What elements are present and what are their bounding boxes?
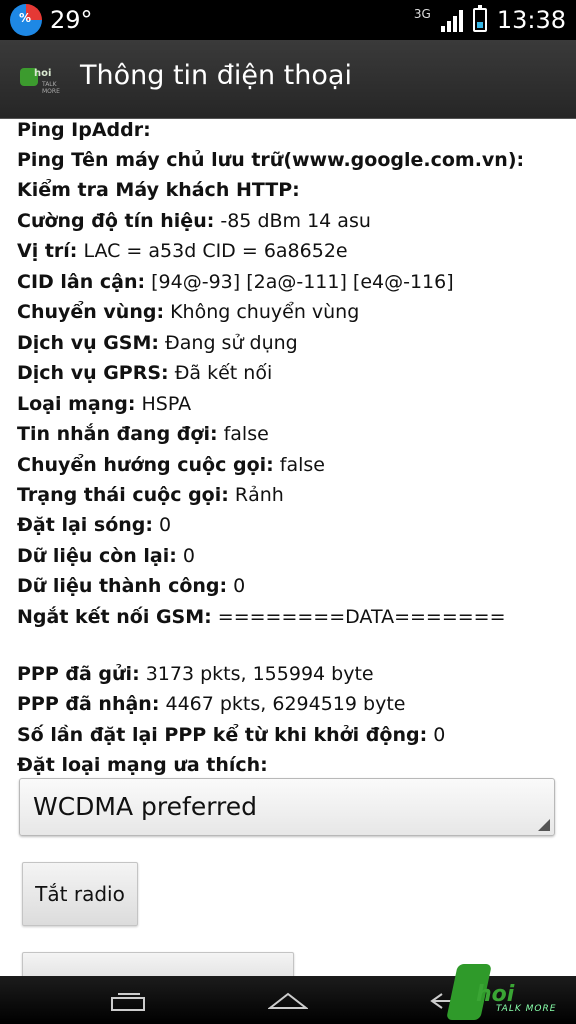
info-row: Cường độ tín hiệu: -85 dBm 14 asu	[17, 209, 371, 233]
info-value: false	[217, 423, 269, 445]
info-row: Dữ liệu thành công: 0	[17, 574, 245, 598]
info-label: Ping Tên máy chủ lưu trữ(www.google.com.…	[17, 149, 525, 171]
info-label: Chuyển hướng cuộc gọi:	[17, 454, 274, 476]
info-row: Đặt loại mạng ưa thích:	[17, 753, 268, 777]
info-row: Trạng thái cuộc gọi: Rảnh	[17, 483, 284, 507]
clock-text: 13:38	[496, 6, 566, 34]
info-value: 0	[176, 545, 196, 567]
info-value: [94@-93] [2a@-111] [e4@-116]	[145, 271, 454, 293]
page-title: Thông tin điện thoại	[80, 60, 352, 91]
info-value: ========DATA=======	[211, 606, 506, 628]
home-icon[interactable]	[268, 988, 308, 1012]
info-value: 0	[427, 724, 446, 746]
info-label: Vị trí:	[17, 240, 78, 262]
status-bar: % 29° 3G 13:38	[0, 0, 576, 40]
dropdown-corner-icon	[538, 819, 550, 831]
info-label: Dịch vụ GSM:	[17, 332, 159, 354]
watermark-sub: TALK MORE	[496, 1004, 557, 1014]
navigation-bar: hoi TALK MORE	[0, 964, 576, 1024]
watermark-logo: hoi TALK MORE	[446, 964, 576, 1024]
info-row: Vị trí: LAC = a53d CID = 6a8652e	[17, 239, 348, 263]
info-value: LAC = a53d CID = 6a8652e	[77, 240, 348, 262]
info-row: Ping IpAddr:	[17, 118, 151, 142]
recent-apps-icon[interactable]	[110, 990, 148, 1012]
info-value: false	[273, 454, 325, 476]
info-label: Dữ liệu thành công:	[17, 575, 228, 597]
info-row: Dữ liệu còn lại: 0	[17, 544, 195, 568]
info-label: Loại mạng:	[17, 393, 136, 415]
info-value: 3173 pkts, 155994 byte	[139, 663, 374, 685]
info-row: Loại mạng: HSPA	[17, 392, 191, 416]
radio-off-button[interactable]: Tắt radio	[22, 862, 138, 926]
info-row: Ping Tên máy chủ lưu trữ(www.google.com.…	[17, 148, 524, 172]
info-row: Số lần đặt lại PPP kể từ khi khởi động: …	[17, 723, 445, 747]
info-value: -85 dBm 14 asu	[214, 210, 371, 232]
preferred-network-value: WCDMA preferred	[33, 792, 258, 821]
signal-strength-icon	[440, 8, 463, 32]
info-value: Đã kết nối	[168, 362, 273, 384]
info-row: Ngắt kết nối GSM: ========DATA=======	[17, 605, 506, 629]
status-left: % 29°	[10, 4, 93, 36]
network-type-label: 3G	[413, 7, 431, 21]
info-label: PPP đã gửi:	[17, 663, 140, 685]
info-label: Tin nhắn đang đợi:	[17, 423, 218, 445]
info-value: 0	[227, 575, 246, 597]
info-row: Dịch vụ GPRS: Đã kết nối	[17, 361, 272, 385]
percent-app-icon: %	[10, 4, 42, 36]
info-row: Chuyển vùng: Không chuyển vùng	[17, 300, 359, 324]
info-row: PPP đã nhận: 4467 pkts, 6294519 byte	[17, 692, 405, 716]
info-row: CID lân cận: [94@-93] [2a@-111] [e4@-116…	[17, 270, 454, 294]
info-value: 4467 pkts, 6294519 byte	[159, 693, 406, 715]
status-right: 3G 13:38	[414, 4, 566, 36]
logo-word: hoi	[34, 68, 52, 79]
info-value: Đang sử dụng	[159, 332, 298, 354]
info-label: Chuyển vùng:	[17, 301, 165, 323]
info-label: Dịch vụ GPRS:	[17, 362, 169, 384]
info-value: Rảnh	[228, 484, 284, 506]
info-value: HSPA	[135, 393, 192, 415]
info-label: Kiểm tra Máy khách HTTP:	[17, 179, 300, 201]
partially-visible-button[interactable]	[22, 952, 294, 976]
battery-icon	[472, 5, 487, 32]
info-row: Tin nhắn đang đợi: false	[17, 422, 269, 446]
info-label: Đặt loại mạng ưa thích:	[17, 754, 268, 776]
temperature-text: 29°	[50, 6, 93, 34]
info-label: Đặt lại sóng:	[17, 514, 153, 536]
info-row: Đặt lại sóng: 0	[17, 513, 171, 537]
info-row: Kiểm tra Máy khách HTTP:	[17, 178, 300, 202]
info-label: Cường độ tín hiệu:	[17, 210, 215, 232]
action-bar: hoi TALK MORE Thông tin điện thoại	[0, 40, 576, 119]
info-row: Chuyển hướng cuộc gọi: false	[17, 453, 325, 477]
info-label: PPP đã nhận:	[17, 693, 160, 715]
info-label: Trạng thái cuộc gọi:	[17, 484, 229, 506]
info-value: 0	[153, 514, 172, 536]
info-row: PPP đã gửi: 3173 pkts, 155994 byte	[17, 662, 374, 686]
phone-info-content[interactable]: Ping IpAddr: Ping Tên máy chủ lưu trữ(www…	[0, 118, 576, 976]
percent-icon-text: %	[19, 11, 32, 25]
info-label: Ngắt kết nối GSM:	[17, 606, 212, 628]
info-label: Dữ liệu còn lại:	[17, 545, 177, 567]
app-logo-icon[interactable]: hoi TALK MORE	[20, 64, 70, 95]
info-value: Không chuyển vùng	[164, 301, 360, 323]
info-label: CID lân cận:	[17, 271, 146, 293]
info-row: Dịch vụ GSM: Đang sử dụng	[17, 331, 298, 355]
info-label: Số lần đặt lại PPP kể từ khi khởi động:	[17, 724, 428, 746]
preferred-network-select[interactable]: WCDMA preferred	[19, 778, 555, 836]
info-label: Ping IpAddr:	[17, 119, 151, 141]
logo-sub: TALK MORE	[42, 81, 60, 95]
